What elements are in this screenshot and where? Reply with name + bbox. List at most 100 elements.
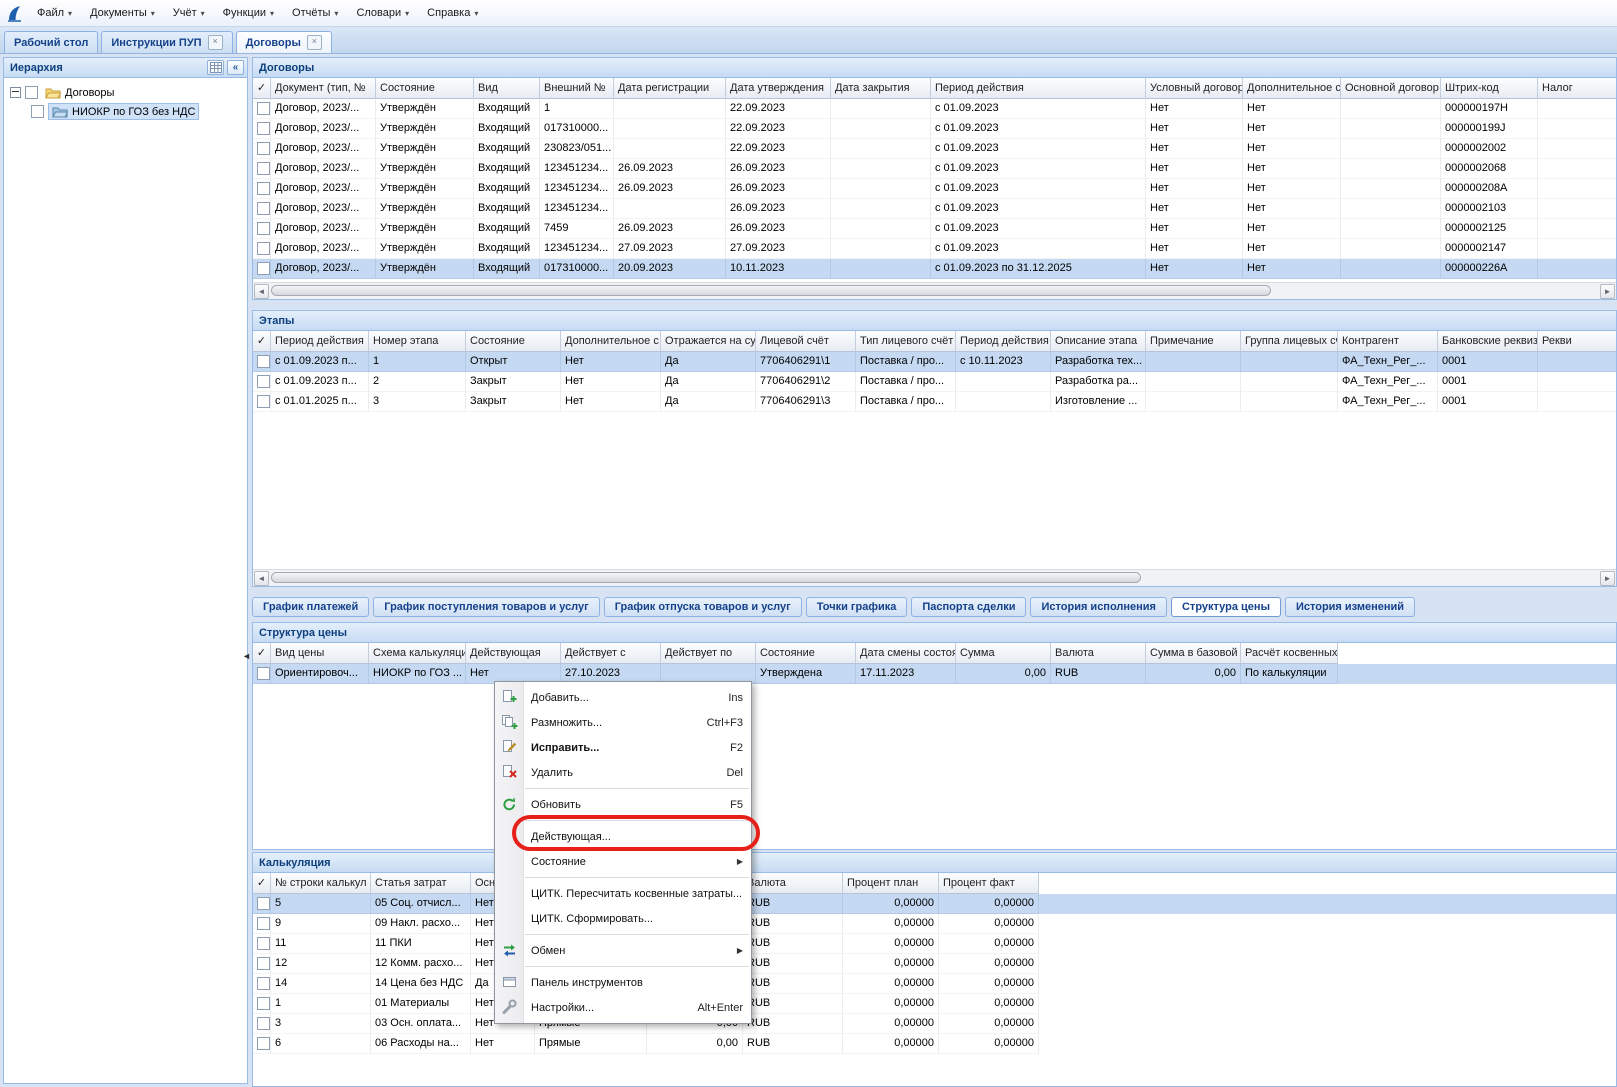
column-header[interactable]: ✓ xyxy=(253,78,271,99)
menu-item[interactable]: Действующая... xyxy=(495,824,751,849)
column-header[interactable]: Внешний № xyxy=(540,78,614,99)
subtab-deal-passports[interactable]: Паспорта сделки xyxy=(911,597,1026,617)
column-header[interactable]: Валюта xyxy=(1051,643,1146,664)
row-checkbox[interactable] xyxy=(257,667,270,680)
tab-desktop[interactable]: Рабочий стол xyxy=(4,31,98,53)
tab-contracts[interactable]: Договоры× xyxy=(236,31,332,53)
menu-item[interactable]: Панель инструментов xyxy=(495,970,751,995)
column-header[interactable]: Вид xyxy=(474,78,540,99)
column-header[interactable]: Расчёт косвенных xyxy=(1241,643,1338,664)
row-checkbox[interactable] xyxy=(257,182,270,195)
table-row[interactable]: Договор, 2023/...УтверждёнВходящий017310… xyxy=(253,119,1616,139)
tree-expander-icon[interactable] xyxy=(10,87,21,98)
menu-help[interactable]: Справка xyxy=(418,4,487,22)
close-tab-icon[interactable]: × xyxy=(208,35,223,50)
row-checkbox[interactable] xyxy=(257,142,270,155)
scroll-track[interactable] xyxy=(269,571,1600,586)
menu-reports[interactable]: Отчёты xyxy=(283,4,347,22)
row-checkbox[interactable] xyxy=(257,122,270,135)
row-checkbox[interactable] xyxy=(257,375,270,388)
subtab-goods-issue-schedule[interactable]: График отпуска товаров и услуг xyxy=(604,597,802,617)
menu-item[interactable]: Размножить...Ctrl+F3 xyxy=(495,710,751,735)
hierarchy-grid-view-icon[interactable] xyxy=(207,60,224,75)
row-checkbox[interactable] xyxy=(257,1037,270,1050)
tree-node-contracts[interactable]: Договоры xyxy=(6,83,245,102)
row-checkbox[interactable] xyxy=(257,1017,270,1030)
table-row[interactable]: 1212 Комм. расхо...НетRUB0,000000,00000 xyxy=(253,954,1616,974)
menu-item[interactable]: Обмен▶ xyxy=(495,938,751,963)
table-row[interactable]: Договор, 2023/...УтверждёнВходящий230823… xyxy=(253,139,1616,159)
stages-hscrollbar[interactable] xyxy=(253,569,1616,586)
close-tab-icon[interactable]: × xyxy=(307,35,322,50)
scroll-left-arrow-icon[interactable] xyxy=(254,571,269,586)
column-header[interactable]: Состояние xyxy=(756,643,856,664)
row-checkbox[interactable] xyxy=(257,355,270,368)
subtab-schedule-points[interactable]: Точки графика xyxy=(806,597,908,617)
column-header[interactable]: Дата утверждения xyxy=(726,78,831,99)
table-row[interactable]: с 01.09.2023 п...1ОткрытНетДа7706406291\… xyxy=(253,352,1616,372)
row-checkbox[interactable] xyxy=(257,102,270,115)
table-row[interactable]: Договор, 2023/...УтверждёнВходящий123451… xyxy=(253,179,1616,199)
contracts-hscrollbar[interactable] xyxy=(253,282,1616,299)
table-row[interactable]: Ориентировоч...НИОКР по ГОЗ ...Нет27.10.… xyxy=(253,664,1616,684)
row-checkbox[interactable] xyxy=(257,917,270,930)
column-header[interactable]: Примечание xyxy=(1146,331,1241,352)
table-row[interactable]: Договор, 2023/...УтверждёнВходящий123451… xyxy=(253,199,1616,219)
row-checkbox[interactable] xyxy=(257,937,270,950)
column-header[interactable]: Контрагент xyxy=(1338,331,1438,352)
tree-checkbox[interactable] xyxy=(25,86,38,99)
scroll-right-arrow-icon[interactable] xyxy=(1600,284,1615,299)
row-checkbox[interactable] xyxy=(257,222,270,235)
column-header[interactable]: Номер этапа xyxy=(369,331,466,352)
menu-functions[interactable]: Функции xyxy=(214,4,283,22)
column-header[interactable]: Действует по xyxy=(661,643,756,664)
column-header[interactable]: Период действия л xyxy=(956,331,1051,352)
row-checkbox[interactable] xyxy=(257,202,270,215)
row-checkbox[interactable] xyxy=(257,897,270,910)
table-row[interactable]: с 01.01.2025 п...3ЗакрытНетДа7706406291\… xyxy=(253,392,1616,412)
row-checkbox[interactable] xyxy=(257,957,270,970)
table-row[interactable]: 101 МатериалыНетПрямые0,00RUB0,000000,00… xyxy=(253,994,1616,1014)
scroll-left-arrow-icon[interactable] xyxy=(254,284,269,299)
tree-checkbox[interactable] xyxy=(31,105,44,118)
row-checkbox[interactable] xyxy=(257,242,270,255)
menu-dictionaries[interactable]: Словари xyxy=(347,4,418,22)
scroll-thumb[interactable] xyxy=(271,572,1141,583)
column-header[interactable]: Период действия xyxy=(931,78,1146,99)
column-header[interactable]: Дополнительное с xyxy=(561,331,661,352)
table-row[interactable]: Договор, 2023/...УтверждёнВходящий745926… xyxy=(253,219,1616,239)
column-header[interactable]: Налог xyxy=(1538,78,1616,99)
table-row[interactable]: Договор, 2023/...УтверждёнВходящий123451… xyxy=(253,159,1616,179)
subtab-goods-receipt-schedule[interactable]: График поступления товаров и услуг xyxy=(373,597,599,617)
menu-item[interactable]: ЦИТК. Пересчитать косвенные затраты... xyxy=(495,881,751,906)
menu-item[interactable]: Исправить...F2 xyxy=(495,735,751,760)
scroll-thumb[interactable] xyxy=(271,285,1271,296)
table-row[interactable]: 606 Расходы на...НетПрямые0,00RUB0,00000… xyxy=(253,1034,1616,1054)
column-header[interactable]: Основной договор xyxy=(1341,78,1441,99)
column-header[interactable]: Период действия xyxy=(271,331,369,352)
column-header[interactable]: Группа лицевых сч xyxy=(1241,331,1338,352)
table-row[interactable]: 1111 ПКИНетRUB0,000000,00000 xyxy=(253,934,1616,954)
column-header[interactable]: Условный договор xyxy=(1146,78,1243,99)
menu-documents[interactable]: Документы xyxy=(81,4,164,22)
column-header[interactable]: Состояние xyxy=(466,331,561,352)
column-header[interactable]: Статья затрат xyxy=(371,873,471,894)
menu-accounting[interactable]: Учёт xyxy=(164,4,214,22)
menu-item[interactable]: ОбновитьF5 xyxy=(495,792,751,817)
column-header[interactable]: № строки калькул xyxy=(271,873,371,894)
subtab-change-history[interactable]: История изменений xyxy=(1285,597,1415,617)
subtab-payments-schedule[interactable]: График платежей xyxy=(252,597,369,617)
column-header[interactable]: Тип лицевого счёт xyxy=(856,331,956,352)
table-row[interactable]: 505 Соц. отчисл...НетRUB0,000000,00000 xyxy=(253,894,1616,914)
table-row[interactable]: 909 Накл. расхо...НетRUB0,000000,00000 xyxy=(253,914,1616,934)
table-row[interactable]: 1414 Цена без НДСДаRUB0,000000,00000 xyxy=(253,974,1616,994)
row-checkbox[interactable] xyxy=(257,162,270,175)
column-header[interactable]: ✓ xyxy=(253,873,271,894)
column-header[interactable]: Дата закрытия xyxy=(831,78,931,99)
menu-file[interactable]: Файл xyxy=(28,4,81,22)
column-header[interactable]: Сумма в базовой в xyxy=(1146,643,1241,664)
row-checkbox[interactable] xyxy=(257,977,270,990)
scroll-track[interactable] xyxy=(269,284,1600,299)
column-header[interactable]: Дополнительное с xyxy=(1243,78,1341,99)
row-checkbox[interactable] xyxy=(257,262,270,275)
